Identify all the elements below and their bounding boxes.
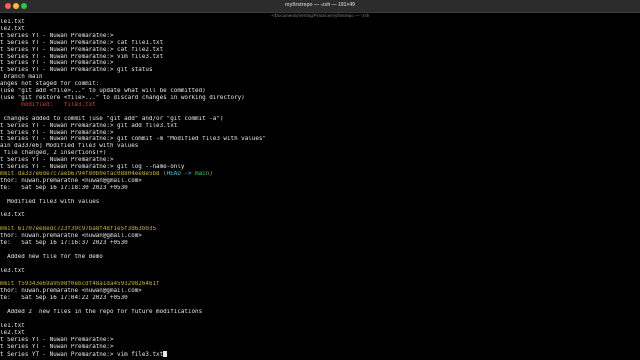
terminal-line: (use "git restore <file>..." to discard … xyxy=(0,95,640,102)
terminal-text: Modified file3 with values xyxy=(0,198,100,205)
terminal-line: changes added to commit (use "git add" a… xyxy=(0,116,640,123)
terminal-text: branch main xyxy=(0,74,43,81)
terminal-text: anges not staged for commit: xyxy=(0,81,100,88)
terminal-line: mmit da337e6de7c7aeb6794f80b0efac08804ee… xyxy=(0,171,640,178)
window-title: myfirstrepo — -zsh — 191×49 xyxy=(285,2,355,8)
terminal-line: t Series YT - Nuwan Premaratne:> git add… xyxy=(0,123,640,130)
terminal-text: t Series YT - Nuwan Premaratne:> xyxy=(0,343,114,350)
terminal-line: te: Sat Sep 16 17:16:37 2023 +0530 xyxy=(0,240,640,247)
terminal-line: t Series YT - Nuwan Premaratne:> cat fil… xyxy=(0,40,640,47)
terminal-text: main xyxy=(195,170,210,177)
terminal-line: Added 2 new files in the repo for future… xyxy=(0,309,640,316)
terminal-text: te: Sat Sep 16 17:16:37 2023 +0530 xyxy=(0,240,128,246)
terminal-text: t Series YT - Nuwan Premaratne:> git log… xyxy=(0,164,185,171)
terminal-line: le3.txt xyxy=(0,212,640,219)
terminal-line: t Series YT - Nuwan Premaratne:> vim fil… xyxy=(0,54,640,61)
terminal-line: modified: file3.txt xyxy=(0,102,640,109)
terminal-text: t Series YT - Nuwan Premaratne:> xyxy=(0,129,114,136)
terminal-line: t Series YT - Nuwan Premaratne:> vim fil… xyxy=(0,350,640,358)
terminal-line: t Series YT - Nuwan Premaratne:> xyxy=(0,60,640,67)
terminal-line: t Series YT - Nuwan Premaratne:> git sta… xyxy=(0,67,640,74)
terminal-line: le1.txt xyxy=(0,323,640,330)
terminal-line: branch main xyxy=(0,74,640,81)
terminal-line: te: Sat Sep 16 17:04:22 2023 +0530 xyxy=(0,295,640,302)
terminal-text: t Series YT - Nuwan Premaratne:> xyxy=(0,60,114,67)
terminal-text: le2.txt xyxy=(0,329,25,336)
terminal-line: t Series YT - Nuwan Premaratne:> xyxy=(0,130,640,137)
terminal-line: t Series YT - Nuwan Premaratne:> xyxy=(0,157,640,164)
terminal-text: modified: file3.txt xyxy=(0,101,96,108)
terminal-text: t Series YT - Nuwan Premaratne:> vim fil… xyxy=(0,53,164,60)
terminal-line: t Series YT - Nuwan Premaratne:> xyxy=(0,337,640,344)
terminal-text: te: Sat Sep 16 17:18:30 2023 +0530 xyxy=(0,184,128,191)
terminal-text: ) xyxy=(209,170,213,177)
terminal-line: file changed, 2 insertions(+) xyxy=(0,150,640,157)
terminal-text: t Series YT - Nuwan Premaratne:> xyxy=(0,32,114,39)
terminal-line: t Series YT - Nuwan Premaratne:> cat fil… xyxy=(0,47,640,54)
terminal-text: t Series YT - Nuwan Premaratne:> xyxy=(0,157,114,164)
terminal-line: le2.txt xyxy=(0,26,640,33)
terminal-text: file changed, 2 insertions(+) xyxy=(0,150,107,157)
terminal-text: le1.txt xyxy=(0,19,25,25)
terminal-text: thor: nuwan.premaratne <nuwan@gmail.com> xyxy=(0,288,142,295)
terminal-text: le3.txt xyxy=(0,267,25,274)
terminal-text: HEAD -> xyxy=(166,170,196,177)
terminal-text: le3.txt xyxy=(0,212,25,219)
text-cursor xyxy=(163,350,167,357)
terminal-text: t Series YT - Nuwan Premaratne:> cat fil… xyxy=(0,46,164,53)
terminal-text: te: Sat Sep 16 17:04:22 2023 +0530 xyxy=(0,295,128,302)
terminal-text: thor: nuwan.premaratne <nuwan@gmail.com> xyxy=(0,177,142,184)
terminal-text: ain da337e6] Modified file3 with values xyxy=(0,143,139,150)
terminal-text: le2.txt xyxy=(0,25,25,32)
terminal-window: myfirstrepo — -zsh — 191×49 ~/Documents/… xyxy=(0,0,640,360)
terminal-text: t Series YT - Nuwan Premaratne:> git add… xyxy=(0,122,178,129)
terminal-text: le1.txt xyxy=(0,322,25,329)
terminal-line: Modified file3 with values xyxy=(0,199,640,206)
terminal-line: (use "git add <file>..." to update what … xyxy=(0,88,640,95)
terminal-line: anges not staged for commit: xyxy=(0,81,640,88)
terminal-text: (use "git add <file>..." to update what … xyxy=(0,88,206,95)
terminal-text: mmit 61707ee8edc723f39c97ba8f48f1e5f3d63… xyxy=(0,226,157,233)
terminal-line: le3.txt xyxy=(0,268,640,275)
terminal-text: t Series YT - Nuwan Premaratne:> xyxy=(0,336,114,343)
terminal-line: thor: nuwan.premaratne <nuwan@gmail.com> xyxy=(0,178,640,185)
terminal-text: t Series YT - Nuwan Premaratne:> cat fil… xyxy=(0,39,164,46)
terminal-text: t Series YT - Nuwan Premaratne:> git com… xyxy=(0,136,266,143)
terminal-text: (use "git restore <file>..." to discard … xyxy=(0,94,245,101)
title-bar[interactable]: myfirstrepo — -zsh — 191×49 xyxy=(0,0,640,13)
terminal-line: thor: nuwan.premaratne <nuwan@gmail.com> xyxy=(0,288,640,295)
terminal-output[interactable]: le1.txt le2.txt t Series YT - Nuwan Premar… xyxy=(0,19,640,360)
terminal-line: ain da337e6] Modified file3 with values xyxy=(0,143,640,150)
terminal-line: Added new file for the demo xyxy=(0,254,640,261)
terminal-line: le1.txt xyxy=(0,19,640,26)
terminal-line: t Series YT - Nuwan Premaratne:> git log… xyxy=(0,164,640,171)
terminal-line: te: Sat Sep 16 17:18:30 2023 +0530 xyxy=(0,185,640,192)
terminal-text: mmit f59343e69a9598f0ebcdf48a1da45932982… xyxy=(0,281,160,288)
terminal-line: mmit f59343e69a9598f0ebcdf48a1da45932982… xyxy=(0,281,640,288)
terminal-line: t Series YT - Nuwan Premaratne:> xyxy=(0,344,640,351)
terminal-line: le2.txt xyxy=(0,330,640,337)
terminal-text: Added 2 new files in the repo for future… xyxy=(0,309,203,316)
terminal-text: Added new file for the demo xyxy=(0,253,103,260)
terminal-line: thor: nuwan.premaratne <nuwan@gmail.com> xyxy=(0,233,640,240)
terminal-line: mmit 61707ee8edc723f39c97ba8f48f1e5f3d63… xyxy=(0,226,640,233)
terminal-text: thor: nuwan.premaratne <nuwan@gmail.com> xyxy=(0,233,142,240)
terminal-text: mmit da337e6de7c7aeb6794f80b0efac08804ee… xyxy=(0,170,164,177)
tab-path-title: ~/Documents/Verting/Practice/myfirstrepo… xyxy=(270,13,370,18)
terminal-text: t Series YT - Nuwan Premaratne:> git sta… xyxy=(0,67,153,74)
terminal-text: t Series YT - Nuwan Premaratne:> vim fil… xyxy=(0,351,164,358)
terminal-line: t Series YT - Nuwan Premaratne:> git com… xyxy=(0,136,640,143)
terminal-line: t Series YT - Nuwan Premaratne:> xyxy=(0,33,640,40)
terminal-text: changes added to commit (use "git add" a… xyxy=(0,115,224,122)
